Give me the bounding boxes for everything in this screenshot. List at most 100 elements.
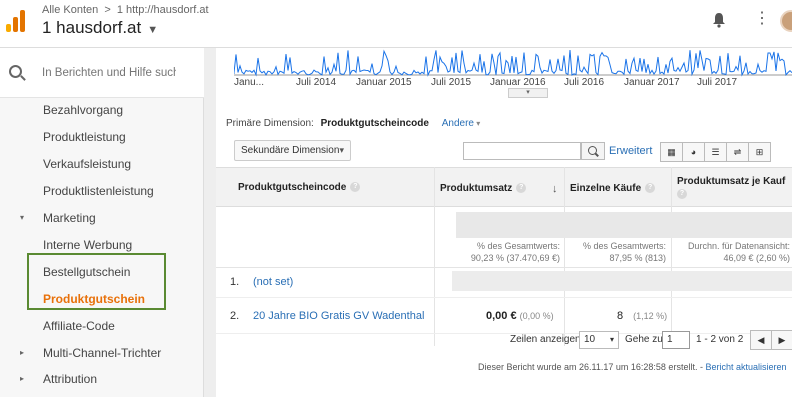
sidebar-item-multi-channel-trichter[interactable]: ▸ Multi-Channel-Trichter xyxy=(0,341,204,365)
row-purchases-pct: (1,12 %) xyxy=(633,311,668,321)
sidebar: Bezahlvorgang Produktleistung Verkaufsle… xyxy=(0,48,204,397)
totals-per-purchase-value: 46,09 € (2,60 %) xyxy=(723,253,790,263)
footer-text: Dieser Bericht wurde am 26.11.17 um 16:2… xyxy=(478,362,706,372)
table-view-icon[interactable]: ▦ xyxy=(660,142,683,162)
chevron-right-icon: ▸ xyxy=(20,348,25,357)
column-header-label: Einzelne Käufe xyxy=(570,183,642,194)
primary-dimension-row: Primäre Dimension: Produktgutscheincode … xyxy=(226,118,480,129)
row-purchases: 8 (1,12 %) xyxy=(617,310,667,322)
sidebar-item-marketing[interactable]: ▾ Marketing xyxy=(0,206,204,230)
column-header-label: Produktumsatz xyxy=(440,183,513,194)
row-placeholder-bar xyxy=(452,271,792,291)
sort-descending-icon[interactable]: ↓ xyxy=(552,183,558,195)
timeline-label: Juli 2016 xyxy=(564,77,605,88)
other-dimension-dropdown[interactable]: Andere xyxy=(442,118,481,129)
help-icon[interactable]: ? xyxy=(350,182,361,193)
help-icon[interactable]: ? xyxy=(677,189,687,200)
search-icon xyxy=(9,65,22,78)
primary-dimension-label: Primäre Dimension: xyxy=(226,118,314,129)
row-revenue-pct: (0,00 %) xyxy=(519,311,554,321)
table-search-input[interactable] xyxy=(463,142,581,160)
timeline-series-line xyxy=(234,49,792,77)
timeline-label: Januar 2017 xyxy=(624,77,680,88)
timeline-label: Janu... xyxy=(234,77,265,88)
avatar[interactable] xyxy=(780,10,792,32)
row-purchases-value: 8 xyxy=(617,310,624,322)
row-number: 1. xyxy=(230,276,240,288)
help-icon[interactable]: ? xyxy=(645,183,656,194)
sidebar-item-attribution[interactable]: ▸ Attribution xyxy=(0,367,204,391)
table-row: 1. (not set) xyxy=(216,268,792,298)
highlight-box xyxy=(27,253,166,310)
totals-revenue-label: % des Gesamtwerts: xyxy=(476,241,560,251)
row-name-link[interactable]: 20 Jahre BIO Gratis GV Wadenthal xyxy=(253,310,424,322)
secondary-dimension-dropdown[interactable]: Sekundäre Dimension xyxy=(234,140,351,161)
sidebar-item-verkaufsleistung[interactable]: Verkaufsleistung xyxy=(0,152,204,176)
top-bar: Alle Konten > 1 http://hausdorf.at 1 hau… xyxy=(0,0,792,48)
sidebar-item-label: Produktleistung xyxy=(43,130,126,144)
sidebar-item-label: Affiliate-Code xyxy=(43,319,115,333)
column-header-label: Produktgutscheincode xyxy=(238,182,347,193)
timeline-label: Januar 2015 xyxy=(356,77,412,88)
rows-label: Zeilen anzeigen: xyxy=(510,334,584,345)
column-header-revenue[interactable]: Produktumsatz? xyxy=(434,183,527,194)
pivot-view-icon[interactable]: ⊞ xyxy=(748,142,771,162)
breadcrumb-separator: > xyxy=(104,4,111,16)
totals-purchases: % des Gesamtwerts: 87,95 % (813) xyxy=(568,240,666,264)
table-search-button[interactable] xyxy=(581,142,605,160)
breadcrumb-property[interactable]: 1 http://hausdorf.at xyxy=(117,4,209,16)
breadcrumb-root[interactable]: Alle Konten xyxy=(42,4,98,16)
chevron-down-icon: ▾ xyxy=(20,213,25,222)
column-header-per-purchase[interactable]: Produktumsatz je Kauf? xyxy=(671,175,791,201)
timeline-label: Juli 2014 xyxy=(296,77,337,88)
goto-page-input[interactable]: 1 xyxy=(662,331,690,349)
next-page-icon[interactable]: ▶ xyxy=(771,330,792,350)
chevron-right-icon: ▸ xyxy=(20,374,25,383)
timeline-label: Juli 2017 xyxy=(697,77,738,88)
previous-page-icon[interactable]: ◀ xyxy=(750,330,772,350)
more-options-icon[interactable]: ⋮ xyxy=(754,11,770,27)
sidebar-item-produktlistenleistung[interactable]: Produktlistenleistung xyxy=(0,179,204,203)
account-selector[interactable]: 1 hausdorf.at ▼ xyxy=(42,18,158,38)
performance-view-icon[interactable]: ☰ xyxy=(704,142,727,162)
totals-placeholder-bar xyxy=(456,212,792,238)
sidebar-item-produktleistung[interactable]: Produktleistung xyxy=(0,125,204,149)
analytics-logo-icon[interactable] xyxy=(6,6,26,32)
row-number: 2. xyxy=(230,310,240,322)
sidebar-item-label: Marketing xyxy=(43,211,96,225)
timeline-label: Januar 2016 xyxy=(490,77,546,88)
sidebar-item-bezahlvorgang[interactable]: Bezahlvorgang xyxy=(0,98,204,122)
report-panel: Janu... Juli 2014 Januar 2015 Juli 2015 … xyxy=(216,48,792,397)
goto-label: Gehe zu: xyxy=(625,334,666,345)
account-title: 1 hausdorf.at xyxy=(42,18,142,37)
notification-bell-icon[interactable] xyxy=(712,12,726,28)
comparison-view-icon[interactable]: ⇌ xyxy=(726,142,749,162)
column-header-code[interactable]: Produktgutscheincode? xyxy=(232,182,361,193)
advanced-filter-link[interactable]: Erweitert xyxy=(609,145,652,157)
timeline-sparkline xyxy=(234,49,792,77)
timeline-handle-icon[interactable]: ▾ xyxy=(508,88,548,98)
sidebar-item-label: Produktlistenleistung xyxy=(43,184,154,198)
timeline-label: Juli 2015 xyxy=(431,77,472,88)
pie-view-icon[interactable]: ◕ xyxy=(682,142,705,162)
table-header: Produktgutscheincode? Produktumsatz? ↓ E… xyxy=(216,167,792,207)
column-header-purchases[interactable]: Einzelne Käufe? xyxy=(564,183,656,194)
row-revenue: 0,00 € (0,00 %) xyxy=(486,310,554,322)
sidebar-item-affiliate-code[interactable]: Affiliate-Code xyxy=(0,314,204,338)
refresh-report-link[interactable]: Bericht aktualisieren xyxy=(705,362,786,372)
breadcrumb: Alle Konten > 1 http://hausdorf.at xyxy=(42,4,209,16)
row-name-link[interactable]: (not set) xyxy=(253,276,293,288)
sidebar-item-label: Bezahlvorgang xyxy=(43,103,124,117)
search-input[interactable] xyxy=(42,64,176,82)
view-toggle-group: ▦ ◕ ☰ ⇌ ⊞ xyxy=(660,142,771,162)
primary-dimension-current: Produktgutscheincode xyxy=(320,118,429,129)
totals-revenue: % des Gesamtwerts: 90,23 % (37.470,69 €) xyxy=(438,240,560,264)
help-icon[interactable]: ? xyxy=(516,183,527,194)
row-revenue-value: 0,00 € xyxy=(486,310,517,322)
sidebar-search xyxy=(0,48,204,98)
totals-revenue-value: 90,23 % (37.470,69 €) xyxy=(470,253,560,263)
report-footer: Dieser Bericht wurde am 26.11.17 um 16:2… xyxy=(478,362,787,372)
rows-per-page-select[interactable]: 10 xyxy=(579,331,619,349)
sidebar-item-label: Multi-Channel-Trichter xyxy=(43,346,162,360)
main-content: Janu... Juli 2014 Januar 2015 Juli 2015 … xyxy=(204,48,792,397)
